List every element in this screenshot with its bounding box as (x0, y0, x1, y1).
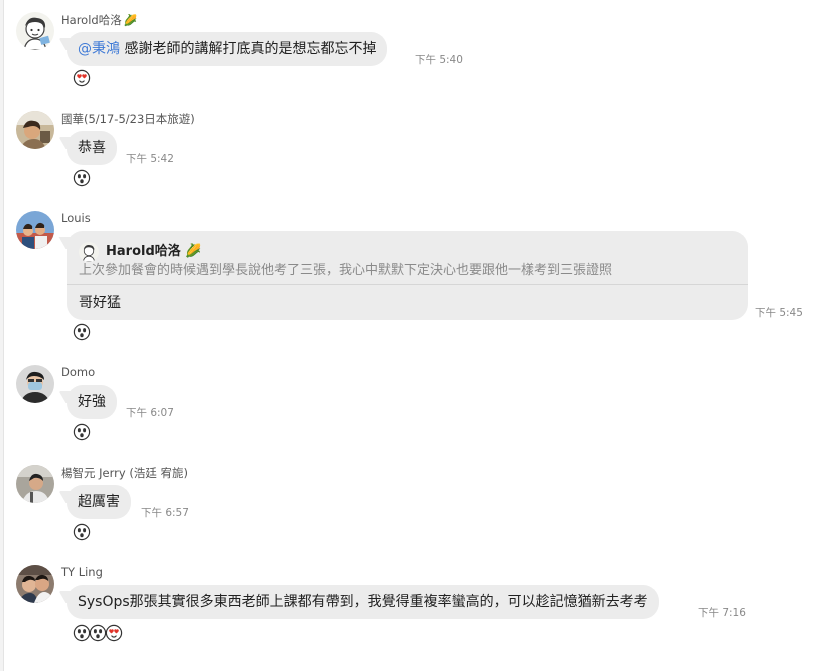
avatar[interactable] (16, 365, 54, 403)
reaction-list (73, 169, 91, 187)
reply-message-bubble[interactable]: Harold哈洛 🌽 上次參加餐會的時候遇到學長說他考了三張，我心中默默下定決心… (67, 231, 748, 320)
chat-message: 國華(5/17-5/23日本旅遊) 恭喜 下午 5:42 (0, 99, 831, 194)
sender-name: Domo (61, 365, 96, 379)
message-bubble[interactable]: @秉鴻 感謝老師的講解打底真的是想忘都忘不掉 (67, 32, 388, 66)
message-text: 好強 (78, 394, 106, 410)
surprised-face-sticker-icon[interactable] (73, 523, 91, 541)
surprised-face-sticker-icon[interactable] (73, 323, 91, 341)
reaction-list (73, 323, 91, 341)
sender-name-text: Harold哈洛 (61, 13, 122, 27)
avatar[interactable] (16, 12, 54, 50)
sender-name: TY Ling (61, 565, 103, 579)
message-text: SysOps那張其實很多東西老師上課都有帶到，我覺得重複率蠻高的，可以趁記憶猶新… (78, 594, 648, 610)
avatar[interactable] (16, 465, 54, 503)
corn-emoji: 🌽 (123, 14, 138, 27)
message-bubble[interactable]: SysOps那張其實很多東西老師上課都有帶到，我覺得重複率蠻高的，可以趁記憶猶新… (67, 585, 659, 619)
message-text: 恭喜 (78, 140, 106, 156)
message-timestamp: 下午 5:40 (415, 54, 463, 66)
message-timestamp: 下午 7:16 (698, 607, 746, 619)
sender-name: Louis (61, 211, 91, 225)
reply-divider (67, 284, 748, 285)
avatar[interactable] (16, 211, 54, 249)
message-timestamp: 下午 6:07 (126, 407, 174, 419)
reaction-list (73, 624, 123, 642)
chat-message: Harold哈洛 🌽 @秉鴻 感謝老師的講解打底真的是想忘都忘不掉 下午 5:40 (0, 0, 831, 95)
message-bubble[interactable]: 恭喜 (67, 131, 117, 165)
avatar[interactable] (16, 565, 54, 603)
sender-name: 國華(5/17-5/23日本旅遊) (61, 112, 195, 126)
chat-message: Louis Harold哈洛 🌽 上次參加餐會的時候遇到學長說他考了三張，我心中… (0, 199, 831, 349)
message-bubble[interactable]: 超厲害 (67, 485, 131, 519)
heart-face-sticker-icon[interactable] (105, 624, 123, 642)
surprised-face-sticker-icon[interactable] (73, 423, 91, 441)
message-timestamp: 下午 5:45 (755, 307, 803, 319)
sender-name: 楊智元 Jerry (浩廷 宥旎) (61, 466, 188, 480)
mention-link[interactable]: @秉鴻 (78, 41, 120, 57)
reaction-list (73, 423, 91, 441)
message-text: 感謝老師的講解打底真的是想忘都忘不掉 (120, 41, 377, 57)
avatar[interactable] (16, 111, 54, 149)
chat-message: 楊智元 Jerry (浩廷 宥旎) 超厲害 下午 6:57 (0, 453, 831, 548)
reaction-list (73, 523, 91, 541)
corn-emoji: 🌽 (185, 244, 202, 259)
chat-message: TY Ling SysOps那張其實很多東西老師上課都有帶到，我覺得重複率蠻高的… (0, 553, 831, 663)
surprised-face-sticker-icon[interactable] (73, 169, 91, 187)
quoted-sender-text: Harold哈洛 (106, 244, 181, 259)
message-timestamp: 下午 5:42 (126, 153, 174, 165)
chat-message: Domo 好強 下午 6:07 (0, 353, 831, 448)
message-text: 超厲害 (78, 494, 120, 510)
quoted-message-text[interactable]: 上次參加餐會的時候遇到學長說他考了三張，我心中默默下定決心也要跟他一樣考到三張證… (79, 259, 729, 278)
message-text: 哥好猛 (79, 295, 121, 311)
message-bubble[interactable]: 好強 (67, 385, 117, 419)
heart-face-sticker-icon[interactable] (73, 69, 91, 87)
quoted-sender-name: Harold哈洛 🌽 (106, 240, 201, 259)
message-timestamp: 下午 6:57 (141, 507, 189, 519)
reaction-list (73, 69, 91, 87)
sender-name: Harold哈洛 🌽 (61, 12, 137, 28)
